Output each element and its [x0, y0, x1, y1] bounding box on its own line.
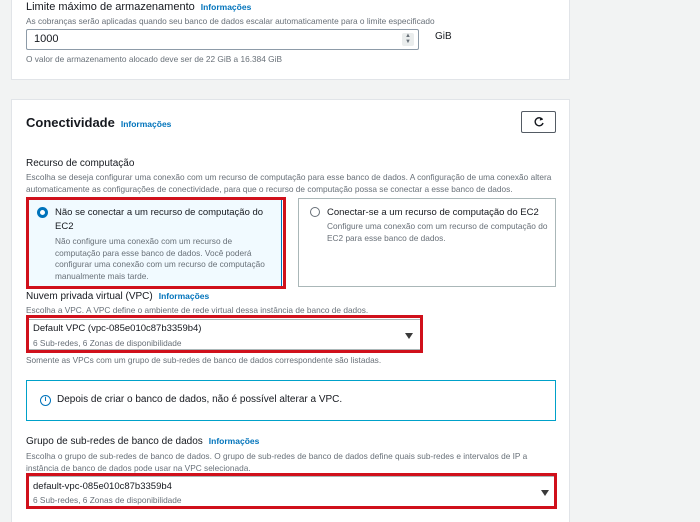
- compute-label: Recurso de computação: [26, 158, 135, 169]
- vpc-label-text: Nuvem privada virtual (VPC): [26, 291, 153, 302]
- spinner-icon[interactable]: ▲ ▼: [402, 33, 414, 46]
- compute-description: Escolha se deseja configurar uma conexão…: [26, 172, 552, 194]
- storage-unit: GiB: [435, 31, 452, 42]
- vpc-info-link[interactable]: Informações: [159, 291, 210, 301]
- subnet-description: Escolha o grupo de sub-redes de banco de…: [26, 451, 528, 473]
- highlight-subnet-select: [26, 473, 557, 509]
- storage-hint: O valor de armazenamento alocado deve se…: [26, 54, 282, 64]
- highlight-compute-option: [26, 197, 286, 289]
- info-circle-icon: i: [40, 395, 51, 406]
- vpc-label: Nuvem privada virtual (VPC) Informações: [26, 291, 209, 302]
- vpc-info-alert: i Depois de criar o banco de dados, não …: [26, 380, 556, 421]
- connectivity-info-link[interactable]: Informações: [121, 119, 172, 129]
- storage-panel: Limite máximo de armazenamento Informaçõe…: [11, 0, 570, 80]
- compute-option-connect-ec2-description: Configure uma conexão com um recurso de …: [327, 221, 548, 243]
- storage-limit-label-text: Limite máximo de armazenamento: [26, 1, 195, 13]
- storage-input[interactable]: 1000 ▲ ▼: [26, 29, 419, 50]
- compute-option-connect-ec2-title: Conectar-se a um recurso de computação d…: [327, 207, 539, 218]
- storage-info-link[interactable]: Informações: [201, 2, 252, 12]
- storage-limit-label: Limite máximo de armazenamento Informaçõe…: [26, 1, 251, 13]
- highlight-vpc-select: [26, 315, 423, 353]
- connectivity-title: Conectividade: [26, 115, 115, 130]
- connectivity-header: Conectividade Informações: [26, 114, 171, 132]
- subnet-info-link[interactable]: Informações: [209, 436, 260, 446]
- vpc-hint: Somente as VPCs com um grupo de sub-rede…: [26, 355, 382, 365]
- radio-unselected-icon[interactable]: [310, 207, 320, 217]
- vpc-alert-text: Depois de criar o banco de dados, não é …: [57, 394, 343, 405]
- storage-input-value: 1000: [34, 33, 59, 45]
- connectivity-panel: Conectividade Informações Recurso de comp…: [11, 99, 570, 522]
- compute-option-connect-ec2[interactable]: Conectar-se a um recurso de computação d…: [298, 198, 556, 287]
- refresh-icon: [534, 117, 544, 127]
- subnet-label-text: Grupo de sub-redes de banco de dados: [26, 436, 203, 447]
- subnet-label: Grupo de sub-redes de banco de dados Info…: [26, 436, 259, 447]
- refresh-button[interactable]: [521, 111, 556, 133]
- storage-description: As cobranças serão aplicadas quando seu …: [26, 16, 435, 26]
